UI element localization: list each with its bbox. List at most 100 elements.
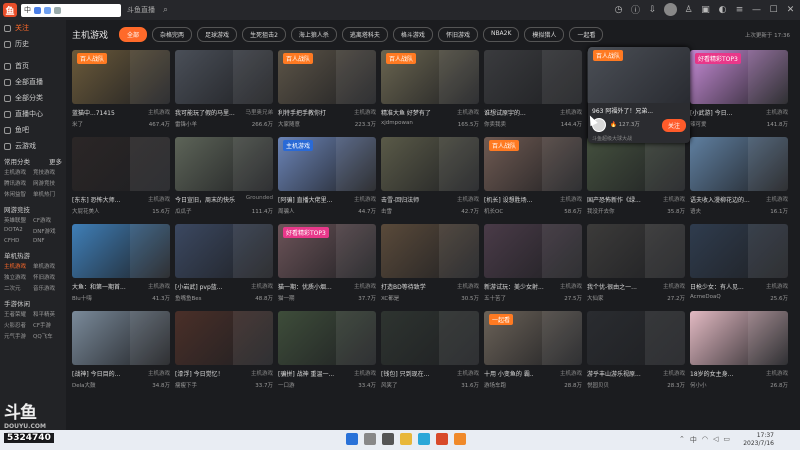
subcategory-link[interactable]: 竞技游戏: [33, 168, 62, 176]
room-thumbnail[interactable]: [72, 137, 170, 191]
address-bar[interactable]: 中: [21, 3, 121, 17]
subcategory-link[interactable]: 英雄联盟: [4, 216, 33, 224]
category-tag[interactable]: 逃离塔科夫: [341, 26, 388, 42]
room-thumbnail[interactable]: [587, 224, 685, 278]
streamer-name[interactable]: 鱼嘴鱼Bes: [175, 294, 202, 302]
room-card[interactable]: 我可能玩了假的马里... 马里奥兄弟 雷锋小羊 266.6万: [175, 50, 273, 132]
streamer-name[interactable]: 辣可爱: [690, 120, 707, 128]
file-explorer-icon[interactable]: [400, 433, 412, 445]
room-thumbnail[interactable]: [72, 224, 170, 278]
room-category[interactable]: Grounded: [246, 195, 273, 204]
room-category[interactable]: 主机游戏: [354, 369, 376, 378]
room-thumbnail[interactable]: [587, 137, 685, 191]
room-card[interactable]: 百人战队 蓝猫中...71415 主机游戏 米了 467.4万: [72, 50, 170, 132]
room-title-row[interactable]: 利特手把手教你打 主机游戏: [278, 108, 376, 117]
douyu-app-icon[interactable]: [454, 433, 466, 445]
sidebar-section-head[interactable]: 网游竞技: [0, 202, 66, 216]
chevron-up-icon[interactable]: ⌃: [679, 435, 685, 445]
subcategory-link[interactable]: 和平精英: [33, 310, 62, 318]
streamer-name[interactable]: 语夫: [690, 207, 701, 215]
subcategory-link[interactable]: 主机游戏: [4, 168, 33, 176]
follow-button[interactable]: 关注: [661, 118, 686, 132]
room-category[interactable]: 主机游戏: [766, 282, 788, 291]
streamer-name[interactable]: 游场车跑: [484, 381, 506, 389]
room-card[interactable]: [钱包] 只到现在... 主机游戏 风笑了 31.6万: [381, 311, 479, 393]
room-category[interactable]: 主机游戏: [663, 282, 685, 291]
subcategory-link[interactable]: 网游竞技: [33, 179, 62, 187]
room-title[interactable]: [小武游] 今日...: [690, 108, 732, 117]
tool-icon[interactable]: [34, 6, 41, 14]
streamer-name[interactable]: 悦园贝贝: [587, 381, 609, 389]
room-thumbnail[interactable]: [175, 224, 273, 278]
room-title[interactable]: 我个优-很由之一...: [587, 282, 637, 291]
room-card[interactable]: 语夫收入漫柳花边的... 主机游戏 语夫 16.1万: [690, 137, 788, 219]
subcategory-link[interactable]: 二次元: [4, 284, 33, 292]
room-title[interactable]: [阿骗] 直播大佬里...: [278, 195, 332, 204]
room-title-row[interactable]: 游乎丰山游乐视原... 主机游戏: [587, 369, 685, 378]
minimize-icon[interactable]: —: [751, 5, 762, 15]
streamer-name[interactable]: 周骗人: [278, 207, 295, 215]
room-title-row[interactable]: 日枪少女：有人见... 主机游戏: [690, 282, 788, 291]
subcategory-link[interactable]: 怀旧游戏: [33, 273, 62, 281]
room-thumbnail[interactable]: 百人战队: [484, 137, 582, 191]
room-thumbnail[interactable]: [690, 311, 788, 365]
room-thumbnail[interactable]: [690, 137, 788, 191]
category-tag[interactable]: 足球游戏: [197, 26, 238, 42]
room-card[interactable]: [骗拼] 战神 重温一... 主机游戏 一口游 33.4万: [278, 311, 376, 393]
room-category[interactable]: 主机游戏: [766, 195, 788, 204]
shirt-icon[interactable]: ♙: [683, 5, 694, 15]
room-category[interactable]: 主机游戏: [148, 282, 170, 291]
sidebar-item[interactable]: 云游戏: [0, 138, 66, 154]
tool-icon[interactable]: [54, 6, 61, 14]
gift-icon[interactable]: ▣: [700, 5, 711, 15]
room-category[interactable]: 主机游戏: [457, 108, 479, 117]
room-category[interactable]: 主机游戏: [560, 108, 582, 117]
room-card[interactable]: [战神] 今日目的... 主机游戏 Dela大鼓 34.8万: [72, 311, 170, 393]
tool-icon[interactable]: [44, 6, 51, 14]
sidebar-item[interactable]: 全部直播: [0, 74, 66, 90]
room-title[interactable]: 游乎丰山游乐视原...: [587, 369, 641, 378]
room-title-row[interactable]: [小岩武] pvp蓝... 主机游戏: [175, 282, 273, 291]
room-hover-card[interactable]: 百人战队 963 阿福外了！兄弟... 🔥 127.3万 关注 斗鱼超级大球大战: [588, 47, 690, 143]
room-card[interactable]: 百人战队 利特手把手教你打 主机游戏 大家随意 223.3万: [278, 50, 376, 132]
room-thumbnail[interactable]: [587, 311, 685, 365]
category-tag[interactable]: 全部: [119, 26, 148, 42]
sidebar-section-head[interactable]: 常用分类 更多: [0, 154, 66, 168]
room-thumbnail[interactable]: 主机游戏: [278, 137, 376, 191]
search-icon[interactable]: ⌕: [163, 5, 168, 15]
room-title[interactable]: [钱包] 只到现在...: [381, 369, 429, 378]
room-thumbnail[interactable]: 一起看: [484, 311, 582, 365]
room-thumbnail[interactable]: [278, 311, 376, 365]
room-thumbnail[interactable]: 好看精彩TOP3: [690, 50, 788, 104]
maximize-icon[interactable]: ☐: [768, 5, 779, 15]
room-card[interactable]: 一起看 十用 小变鱼的 霸.. 主机游戏 游场车跑 28.8万: [484, 311, 582, 393]
category-tag[interactable]: 海上狼人杀: [290, 26, 337, 42]
room-card[interactable]: 百人战队 精准大鱼 好梦有了 主机游戏 xjdmpowan 165.5万: [381, 50, 479, 132]
info-icon[interactable]: ⓘ: [630, 3, 641, 16]
streamer-name[interactable]: AcmeDoaQ: [690, 294, 721, 302]
streamer-name[interactable]: 五十苦了: [484, 294, 506, 302]
room-title[interactable]: 18岁的女主身...: [690, 369, 733, 378]
streamer-name[interactable]: 机长OC: [484, 207, 503, 215]
room-title[interactable]: 谁想试原宇的...: [484, 108, 526, 117]
room-title[interactable]: 利特手把手教你打: [278, 108, 326, 117]
room-card[interactable]: 好看精彩TOP3 [小武游] 今日... 主机游戏 辣可爱 141.8万: [690, 50, 788, 132]
category-tag[interactable]: 生死狙击2: [242, 26, 286, 42]
sidebar-item[interactable]: 全部分类: [0, 90, 66, 106]
room-title[interactable]: [骗拼] 战神 重温一...: [278, 369, 334, 378]
room-card[interactable]: 百人战队 [机长] 设想胜场... 主机游戏 机长OC 58.6万: [484, 137, 582, 219]
room-category[interactable]: 主机游戏: [148, 195, 170, 204]
hover-card-title[interactable]: 963 阿福外了！兄弟...: [588, 103, 690, 115]
room-card[interactable]: 谁想试原宇的... 主机游戏 你卖我卖 144.4万: [484, 50, 582, 132]
room-title[interactable]: 语夫收入漫柳花边的...: [690, 195, 750, 204]
subcategory-link[interactable]: 王者荣耀: [4, 310, 33, 318]
sidebar-section-head[interactable]: 手游休闲: [0, 296, 66, 310]
room-title-row[interactable]: 蓝猫中...71415 主机游戏: [72, 108, 170, 117]
room-title-row[interactable]: 打造BD等待致学 主机游戏: [381, 282, 479, 291]
room-category[interactable]: 主机游戏: [354, 195, 376, 204]
subcategory-link[interactable]: 独立游戏: [4, 273, 33, 281]
room-title-row[interactable]: 新游试玩：美少女射... 主机游戏: [484, 282, 582, 291]
sidebar-item[interactable]: 鱼吧: [0, 122, 66, 138]
streamer-name[interactable]: xjdmpowan: [381, 120, 413, 128]
room-thumbnail[interactable]: 百人战队: [278, 50, 376, 104]
